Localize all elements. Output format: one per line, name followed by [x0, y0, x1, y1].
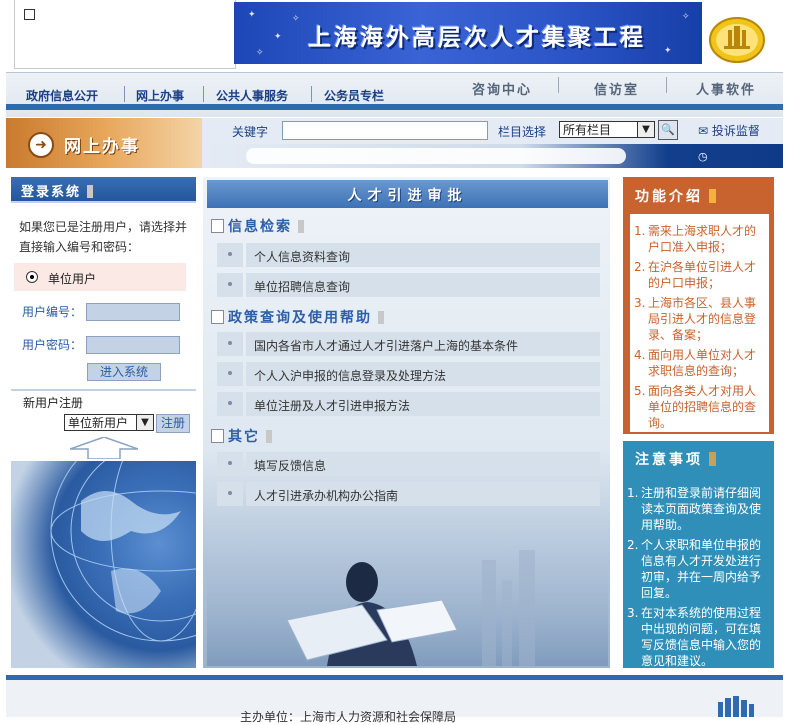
password-label: 用户密码： [22, 338, 83, 352]
section-label: 网上办事 [64, 137, 140, 157]
user-id-input[interactable] [86, 303, 180, 321]
star-icon: ✧ [292, 14, 300, 24]
star-icon: ✧ [682, 12, 690, 22]
radio-button[interactable] [26, 271, 38, 283]
bullet-icon [217, 482, 243, 506]
enter-system-button[interactable]: 进入系统 [87, 363, 161, 381]
bullet-icon [217, 392, 243, 416]
list-item: 2. 个人求职和单位申报的信息有人才开发处进行初审，并在一周内给予回复。 [627, 538, 762, 600]
login-title: 登录系统 [21, 181, 94, 200]
category-title: 信息检索 [228, 216, 304, 236]
keyword-input[interactable] [282, 121, 488, 140]
nav-item-public-hr[interactable]: 公共人事服务 [216, 87, 288, 104]
register-button[interactable]: 注册 [156, 414, 190, 433]
new-user-label: 新用户注册 [23, 396, 84, 410]
nav-divider [311, 86, 312, 102]
bullet-icon [217, 452, 243, 476]
nav-divider [558, 77, 559, 93]
function-intro-title: 功能介绍 [635, 186, 716, 206]
bullet-icon [217, 273, 243, 297]
list-item: 5. 面向各类人才对用人单位的招聘信息的查询。 [634, 384, 757, 430]
bullet-icon [217, 332, 243, 356]
new-user-type-select[interactable]: 单位新用户 ▼ [64, 414, 154, 431]
category-title: 其它 [228, 426, 272, 446]
login-header: 登录系统 [11, 177, 196, 201]
function-intro-body: 1. 需来上海求职人才的户口准入申报； 2. 在沪各单位引进人才的户口申报； 3. 上… [629, 213, 770, 433]
star-icon: ✧ [256, 48, 264, 58]
list-item[interactable]: 填写反馈信息 [246, 452, 600, 476]
new-user-select-value: 单位新用户 [68, 416, 129, 430]
banner-title: 上海海外高层次人才集聚工程 [308, 24, 646, 51]
list-item: 4. 面向用人单位对人才求职信息的查询； [634, 348, 757, 378]
complaint-label: 投诉监督 [711, 124, 760, 138]
document-icon [211, 429, 224, 443]
document-icon [211, 310, 224, 324]
nav-divider [666, 77, 667, 93]
list-item[interactable]: 单位招聘信息查询 [246, 273, 600, 297]
star-icon: ✦ [248, 10, 256, 20]
center-header: 人才引进审批 [207, 180, 608, 208]
password-input[interactable] [86, 336, 180, 354]
document-icon [211, 219, 224, 233]
checkbox-square-icon [24, 9, 35, 20]
center-title: 人才引进审批 [347, 188, 468, 204]
list-item[interactable]: 人才引进承办机构办公指南 [246, 482, 600, 506]
nav-divider [203, 86, 204, 102]
nav-item-consult[interactable]: 咨询中心 [472, 79, 532, 98]
magnifier-icon[interactable]: 🔍 [658, 120, 678, 140]
list-item[interactable]: 国内各省市人才通过人才引进落户上海的基本条件 [246, 332, 600, 356]
star-icon: ✦ [274, 32, 282, 42]
chevron-down-icon[interactable]: ▼ [136, 415, 153, 430]
decorative-pill [246, 148, 626, 164]
notice-title: 注意事项 [635, 449, 716, 469]
top-left-box [14, 0, 236, 69]
header-banner: ✦ ✦ ✧ ✧ ✦ ✧ 上海海外高层次人才集聚工程 [234, 2, 702, 64]
nav-item-online-service[interactable]: 网上办事 [136, 87, 184, 104]
user-type-option[interactable]: 单位用户 [14, 263, 186, 291]
list-item: 2. 在沪各单位引进人才的户口申报； [634, 260, 757, 290]
column-select-label: 栏目选择 [498, 125, 547, 139]
star-icon: ✦ [664, 46, 672, 56]
column-select[interactable]: 所有栏目 ▼ [559, 121, 655, 138]
list-item[interactable]: 单位注册及人才引进申报方法 [246, 392, 600, 416]
chevron-down-icon[interactable]: ▼ [637, 122, 654, 137]
user-id-label: 用户编号： [22, 305, 83, 319]
person-reading-illustration [207, 510, 608, 666]
user-type-label: 单位用户 [48, 272, 97, 286]
list-item: 1. 需来上海求职人才的户口准入申报； [634, 224, 757, 254]
nav-item-civil-servant[interactable]: 公务员专栏 [324, 87, 384, 104]
nav-item-gov-info[interactable]: 政府信息公开 [26, 87, 98, 104]
nav-underline [6, 104, 783, 110]
complaint-link[interactable]: ✉ 投诉监督 [698, 122, 760, 139]
column-select-value: 所有栏目 [563, 123, 612, 137]
list-item: 3. 上海市各区、县人事局引进人才的信息登录、备案； [634, 296, 757, 342]
login-description: 如果您已是注册用户，请选择并直接输入编号和密码： [19, 220, 188, 254]
keyword-label: 关键字 [232, 125, 269, 139]
emblem-icon [709, 17, 765, 63]
arrow-up-icon [70, 437, 138, 459]
section-banner: ➜ 网上办事 [6, 118, 202, 168]
nav-item-hr-software[interactable]: 人事软件 [696, 79, 756, 98]
category-title: 政策查询及使用帮助 [228, 307, 384, 327]
building-logo-icon [718, 696, 754, 717]
list-item: 3. 在对本系统的使用过程中出现的问题，可在填写反馈信息中输入您的意见和建议。 [627, 606, 762, 668]
login-body: 如果您已是注册用户，请选择并直接输入编号和密码： 用户编号： 用户密码： [11, 203, 196, 389]
arrow-right-circle-icon: ➜ [28, 132, 54, 158]
nav-divider [124, 86, 125, 102]
envelope-icon: ✉ [698, 124, 709, 138]
notice-panel: 注意事项 1. 注册和登录前请仔细阅读本页面政策查询及使用帮助。 2. 个人求职和单… [623, 441, 774, 668]
main-nav: 政府信息公开 网上办事 公共人事服务 公务员专栏 咨询中心 信访室 人事软件 [6, 72, 783, 117]
globe-illustration [11, 461, 196, 668]
list-item[interactable]: 个人入沪申报的信息登录及处理方法 [246, 362, 600, 386]
list-item[interactable]: 个人信息资料查询 [246, 243, 600, 267]
bullet-icon [217, 362, 243, 386]
new-user-header: 新用户注册 [11, 391, 196, 411]
list-item: 1. 注册和登录前请仔细阅读本页面政策查询及使用帮助。 [627, 486, 762, 532]
nav-item-petition[interactable]: 信访室 [594, 79, 639, 98]
clock-icon: ◷ [698, 150, 708, 163]
bullet-icon [217, 243, 243, 267]
